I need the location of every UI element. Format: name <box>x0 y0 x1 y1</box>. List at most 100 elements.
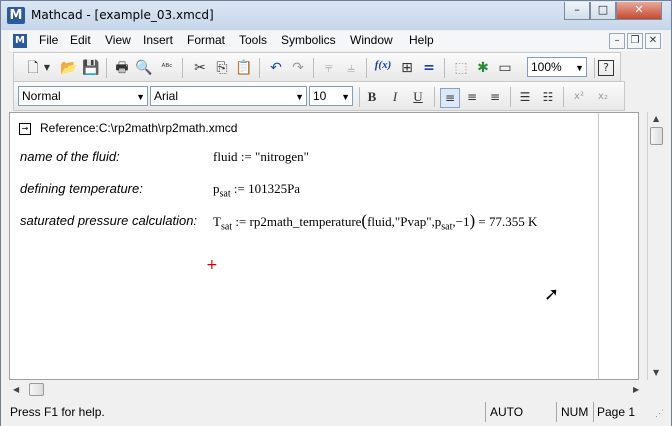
status-page: Page 1 <box>597 405 636 419</box>
window-icon[interactable]: ▭ <box>496 59 514 77</box>
print-icon[interactable]: 🖶 <box>113 59 131 77</box>
equation-psat[interactable]: psat := 101325Pa <box>213 181 300 200</box>
mouse-pointer-icon: ➚ <box>544 284 560 305</box>
italic-button[interactable]: I <box>386 88 404 106</box>
document-icon[interactable]: M <box>13 34 27 48</box>
font-select[interactable]: Arial ▼ <box>150 86 307 106</box>
menu-symbolics[interactable]: Symbolics <box>281 33 336 47</box>
maximize-button[interactable]: □ <box>590 2 616 20</box>
style-select[interactable]: Normal ▼ <box>18 86 148 106</box>
align-left-icon[interactable]: ≡ <box>440 88 460 108</box>
spellcheck-icon[interactable]: ᴬᴮᶜ <box>158 59 176 77</box>
reference-icon: → <box>19 123 31 135</box>
horizontal-scrollbar[interactable]: ◀ ▶ <box>9 381 647 398</box>
label-saturated-pressure[interactable]: saturated pressure calculation: <box>20 213 197 228</box>
chevron-down-icon: ▼ <box>136 92 145 102</box>
menu-insert[interactable]: Insert <box>143 33 173 47</box>
label-fluid-name[interactable]: name of the fluid: <box>20 149 120 164</box>
resource-icon[interactable]: ✱ <box>474 59 492 77</box>
eq-variable: fluid <box>213 149 238 164</box>
menu-bar: M File Edit View Insert Format Tools Sym… <box>9 31 663 51</box>
scroll-right-icon[interactable]: ▶ <box>633 385 639 394</box>
new-icon[interactable]: 🗋 <box>24 59 42 77</box>
chevron-down-icon: ▼ <box>341 92 350 102</box>
subscript-button[interactable]: x₂ <box>594 88 612 106</box>
help-icon[interactable]: ? <box>598 60 614 76</box>
eq-subscript: sat <box>219 188 231 200</box>
save-icon[interactable]: 💾 <box>82 59 100 77</box>
eq-assign: := <box>235 214 247 229</box>
resize-grip-icon[interactable]: ⋰ <box>655 408 664 419</box>
eq-arg-flag: −1 <box>455 214 470 229</box>
undo-icon[interactable]: ↶ <box>267 59 285 77</box>
align-top-icon[interactable]: ⫧ <box>320 59 338 77</box>
doc-minimize-button[interactable]: – <box>609 33 625 49</box>
align-center-icon[interactable]: ≡ <box>463 88 481 106</box>
minimize-button[interactable]: – <box>564 2 590 20</box>
zoom-value: 100% <box>531 60 562 74</box>
vertical-scroll-thumb[interactable] <box>650 127 663 145</box>
scroll-down-icon[interactable]: ▼ <box>653 368 659 377</box>
scroll-left-icon[interactable]: ◀ <box>13 385 19 394</box>
status-bar: Press F1 for help. AUTO NUM Page 1 ⋰ <box>1 400 671 426</box>
align-right-icon[interactable]: ≡ <box>486 88 504 106</box>
new-dropdown-icon[interactable]: ▼ <box>42 59 52 77</box>
insert-unit-icon[interactable]: ⊞ <box>398 59 416 77</box>
formatting-toolbar: Normal ▼ Arial ▼ 10 ▼ B I U ≡ ≡ ≡ ☰ ☷ x²… <box>13 81 625 111</box>
zoom-select[interactable]: 100% ▼ <box>527 57 587 77</box>
bold-button[interactable]: B <box>363 88 381 106</box>
status-calc-mode: AUTO <box>490 405 524 419</box>
doc-restore-button[interactable]: ❐ <box>627 33 643 49</box>
status-help-text: Press F1 for help. <box>10 405 105 419</box>
align-down-icon[interactable]: ⫨ <box>342 59 360 77</box>
title-bar[interactable]: M Mathcad - [example_03.xmcd] – □ ✕ <box>1 1 671 30</box>
font-size-select[interactable]: 10 ▼ <box>309 86 353 106</box>
equation-tsat[interactable]: Tsat := rp2math_temperature(fluid,"Pvap"… <box>213 211 537 233</box>
menu-help[interactable]: Help <box>409 33 434 47</box>
eq-subscript: sat <box>220 221 233 233</box>
open-icon[interactable]: 📂 <box>60 59 78 77</box>
style-value: Normal <box>22 89 61 103</box>
doc-close-button[interactable]: ✕ <box>645 33 661 49</box>
insert-function-icon[interactable]: f(x) <box>374 59 392 77</box>
eq-arg-fluid: fluid <box>367 214 392 229</box>
eq-function: rp2math_temperature <box>249 214 362 229</box>
worksheet[interactable]: → Reference:C:\rp2math\rp2math.xmcd name… <box>9 112 639 380</box>
page-margin-line <box>598 113 599 379</box>
eq-close-paren: ) <box>469 211 476 230</box>
font-size-value: 10 <box>313 89 327 103</box>
menu-format[interactable]: Format <box>187 33 225 47</box>
redo-icon[interactable]: ↷ <box>289 59 307 77</box>
menu-view[interactable]: View <box>105 33 131 47</box>
app-window: M Mathcad - [example_03.xmcd] – □ ✕ M Fi… <box>0 0 672 426</box>
menu-edit[interactable]: Edit <box>70 33 91 47</box>
eq-unit: K <box>528 214 538 229</box>
vertical-scrollbar[interactable]: ▲ ▼ <box>647 112 665 380</box>
equation-fluid[interactable]: fluid := "nitrogen" <box>213 149 309 165</box>
bullets-icon[interactable]: ☰ <box>516 88 534 106</box>
superscript-button[interactable]: x² <box>570 88 588 106</box>
cut-icon[interactable]: ✂ <box>191 59 209 77</box>
print-preview-icon[interactable]: 🔍 <box>135 59 153 77</box>
eq-assign: := <box>240 149 252 164</box>
font-value: Arial <box>154 89 179 103</box>
menu-tools[interactable]: Tools <box>239 33 267 47</box>
eq-equals: = <box>478 214 486 229</box>
menu-file[interactable]: File <box>39 33 58 47</box>
numbering-icon[interactable]: ☷ <box>539 88 557 106</box>
label-defining-temperature[interactable]: defining temperature: <box>20 181 143 196</box>
calculate-icon[interactable]: = <box>420 59 438 77</box>
chevron-down-icon: ▼ <box>295 92 304 102</box>
insertion-crosshair: + <box>206 257 218 273</box>
menu-window[interactable]: Window <box>350 33 393 47</box>
underline-button[interactable]: U <box>409 88 427 106</box>
scroll-up-icon[interactable]: ▲ <box>653 114 659 123</box>
close-button[interactable]: ✕ <box>616 2 662 20</box>
eq-variable: T <box>213 214 221 229</box>
reference-region[interactable]: Reference:C:\rp2math\rp2math.xmcd <box>40 121 237 135</box>
copy-icon[interactable]: ⎘ <box>213 59 231 77</box>
component-icon[interactable]: ⬚ <box>452 59 470 77</box>
mathcad-app-icon[interactable]: M <box>7 7 25 24</box>
horizontal-scroll-thumb[interactable] <box>29 383 44 396</box>
paste-icon[interactable]: 📋 <box>235 59 253 77</box>
